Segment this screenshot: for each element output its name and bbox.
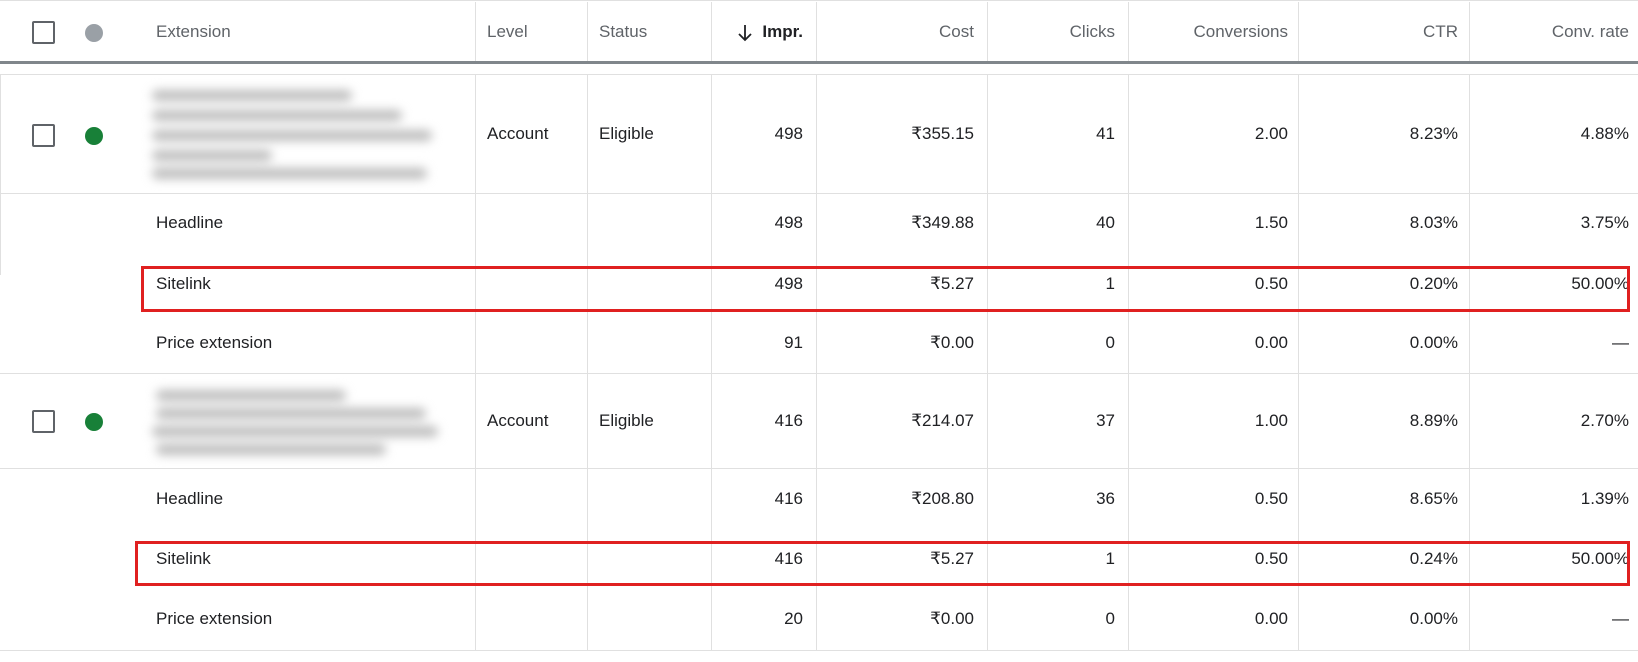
conversions-value: 1.00	[1254, 411, 1288, 430]
clicks-value: 40	[1096, 213, 1115, 232]
ctr-value: 8.23%	[1409, 124, 1458, 143]
column-header-extension[interactable]: Extension	[156, 22, 231, 42]
row-divider	[0, 193, 1638, 194]
clicks-value: 0	[1105, 609, 1115, 628]
column-divider	[475, 2, 476, 61]
status-value: Eligible	[599, 124, 654, 143]
column-divider	[816, 2, 817, 61]
conversions-value: 0.00	[1254, 609, 1288, 628]
conversions-value: 2.00	[1254, 124, 1288, 143]
column-divider	[711, 2, 712, 61]
ctr-value: 0.00%	[1409, 609, 1458, 628]
column-header-level[interactable]: Level	[487, 22, 528, 42]
conversions-value: 0.50	[1254, 489, 1288, 508]
redacted-extension-text	[150, 86, 435, 186]
clicks-value: 41	[1096, 124, 1115, 143]
cost-value: ₹355.15	[911, 124, 974, 143]
ctr-value: 8.89%	[1409, 411, 1458, 430]
cost-value: ₹0.00	[930, 609, 974, 628]
impr-value: 498	[774, 213, 803, 232]
clicks-value: 0	[1105, 333, 1115, 352]
conv-rate-value: —	[1612, 333, 1629, 352]
green-dot-icon	[85, 413, 103, 431]
column-header-clicks[interactable]: Clicks	[990, 22, 1115, 42]
conv-rate-value: —	[1612, 609, 1629, 628]
highlight-box	[135, 541, 1630, 586]
conv-rate-value: 2.70%	[1580, 411, 1629, 430]
redacted-extension-text	[148, 384, 444, 462]
column-divider	[1469, 2, 1470, 61]
extension-type-headline: Headline	[156, 213, 224, 232]
row-divider	[0, 373, 1638, 374]
cost-value: ₹349.88	[911, 213, 974, 232]
column-divider	[987, 2, 988, 61]
conv-rate-value: 4.88%	[1580, 124, 1629, 143]
column-header-conversions[interactable]: Conversions	[1130, 22, 1289, 42]
clicks-value: 36	[1096, 489, 1115, 508]
column-header-ctr[interactable]: CTR	[1300, 22, 1458, 42]
extension-type-price: Price extension	[156, 609, 273, 628]
level-value: Account	[487, 124, 549, 143]
row-checkbox[interactable]	[32, 410, 55, 433]
extensions-table: Extension Level Status Impr. Cost Clicks…	[0, 0, 1638, 662]
ctr-value: 0.00%	[1409, 333, 1458, 352]
left-edge	[0, 75, 1, 275]
conv-rate-value: 3.75%	[1580, 213, 1629, 232]
conv-rate-value: 1.39%	[1580, 489, 1629, 508]
cost-value: ₹0.00	[930, 333, 974, 352]
extension-type-price: Price extension	[156, 333, 273, 352]
column-divider	[1128, 2, 1129, 61]
clicks-value: 37	[1096, 411, 1115, 430]
impr-value: 416	[774, 411, 803, 430]
cost-value: ₹214.07	[911, 411, 974, 430]
row-checkbox[interactable]	[32, 124, 55, 147]
conversions-value: 1.50	[1254, 213, 1288, 232]
column-header-conv-rate[interactable]: Conv. rate	[1470, 22, 1629, 42]
impr-value: 498	[774, 124, 803, 143]
gray-dot-icon	[85, 24, 103, 42]
column-header-status[interactable]: Status	[599, 22, 647, 42]
ctr-value: 8.03%	[1409, 213, 1458, 232]
impr-value: 91	[784, 333, 803, 352]
column-divider	[1298, 2, 1299, 61]
green-dot-icon	[85, 127, 103, 145]
ctr-value: 8.65%	[1409, 489, 1458, 508]
extension-type-headline: Headline	[156, 489, 224, 508]
row-divider	[0, 468, 1638, 469]
row-divider	[0, 650, 1638, 651]
level-value: Account	[487, 411, 549, 430]
column-divider	[587, 2, 588, 61]
column-header-impr[interactable]: Impr.	[760, 22, 803, 42]
highlight-box	[141, 266, 1630, 312]
select-all-checkbox[interactable]	[32, 21, 55, 44]
arrow-down-icon[interactable]	[737, 24, 753, 42]
impr-value: 20	[784, 609, 803, 628]
header-spacer	[0, 64, 1638, 75]
status-value: Eligible	[599, 411, 654, 430]
conversions-value: 0.00	[1254, 333, 1288, 352]
column-header-cost[interactable]: Cost	[820, 22, 974, 42]
impr-value: 416	[774, 489, 803, 508]
cost-value: ₹208.80	[911, 489, 974, 508]
